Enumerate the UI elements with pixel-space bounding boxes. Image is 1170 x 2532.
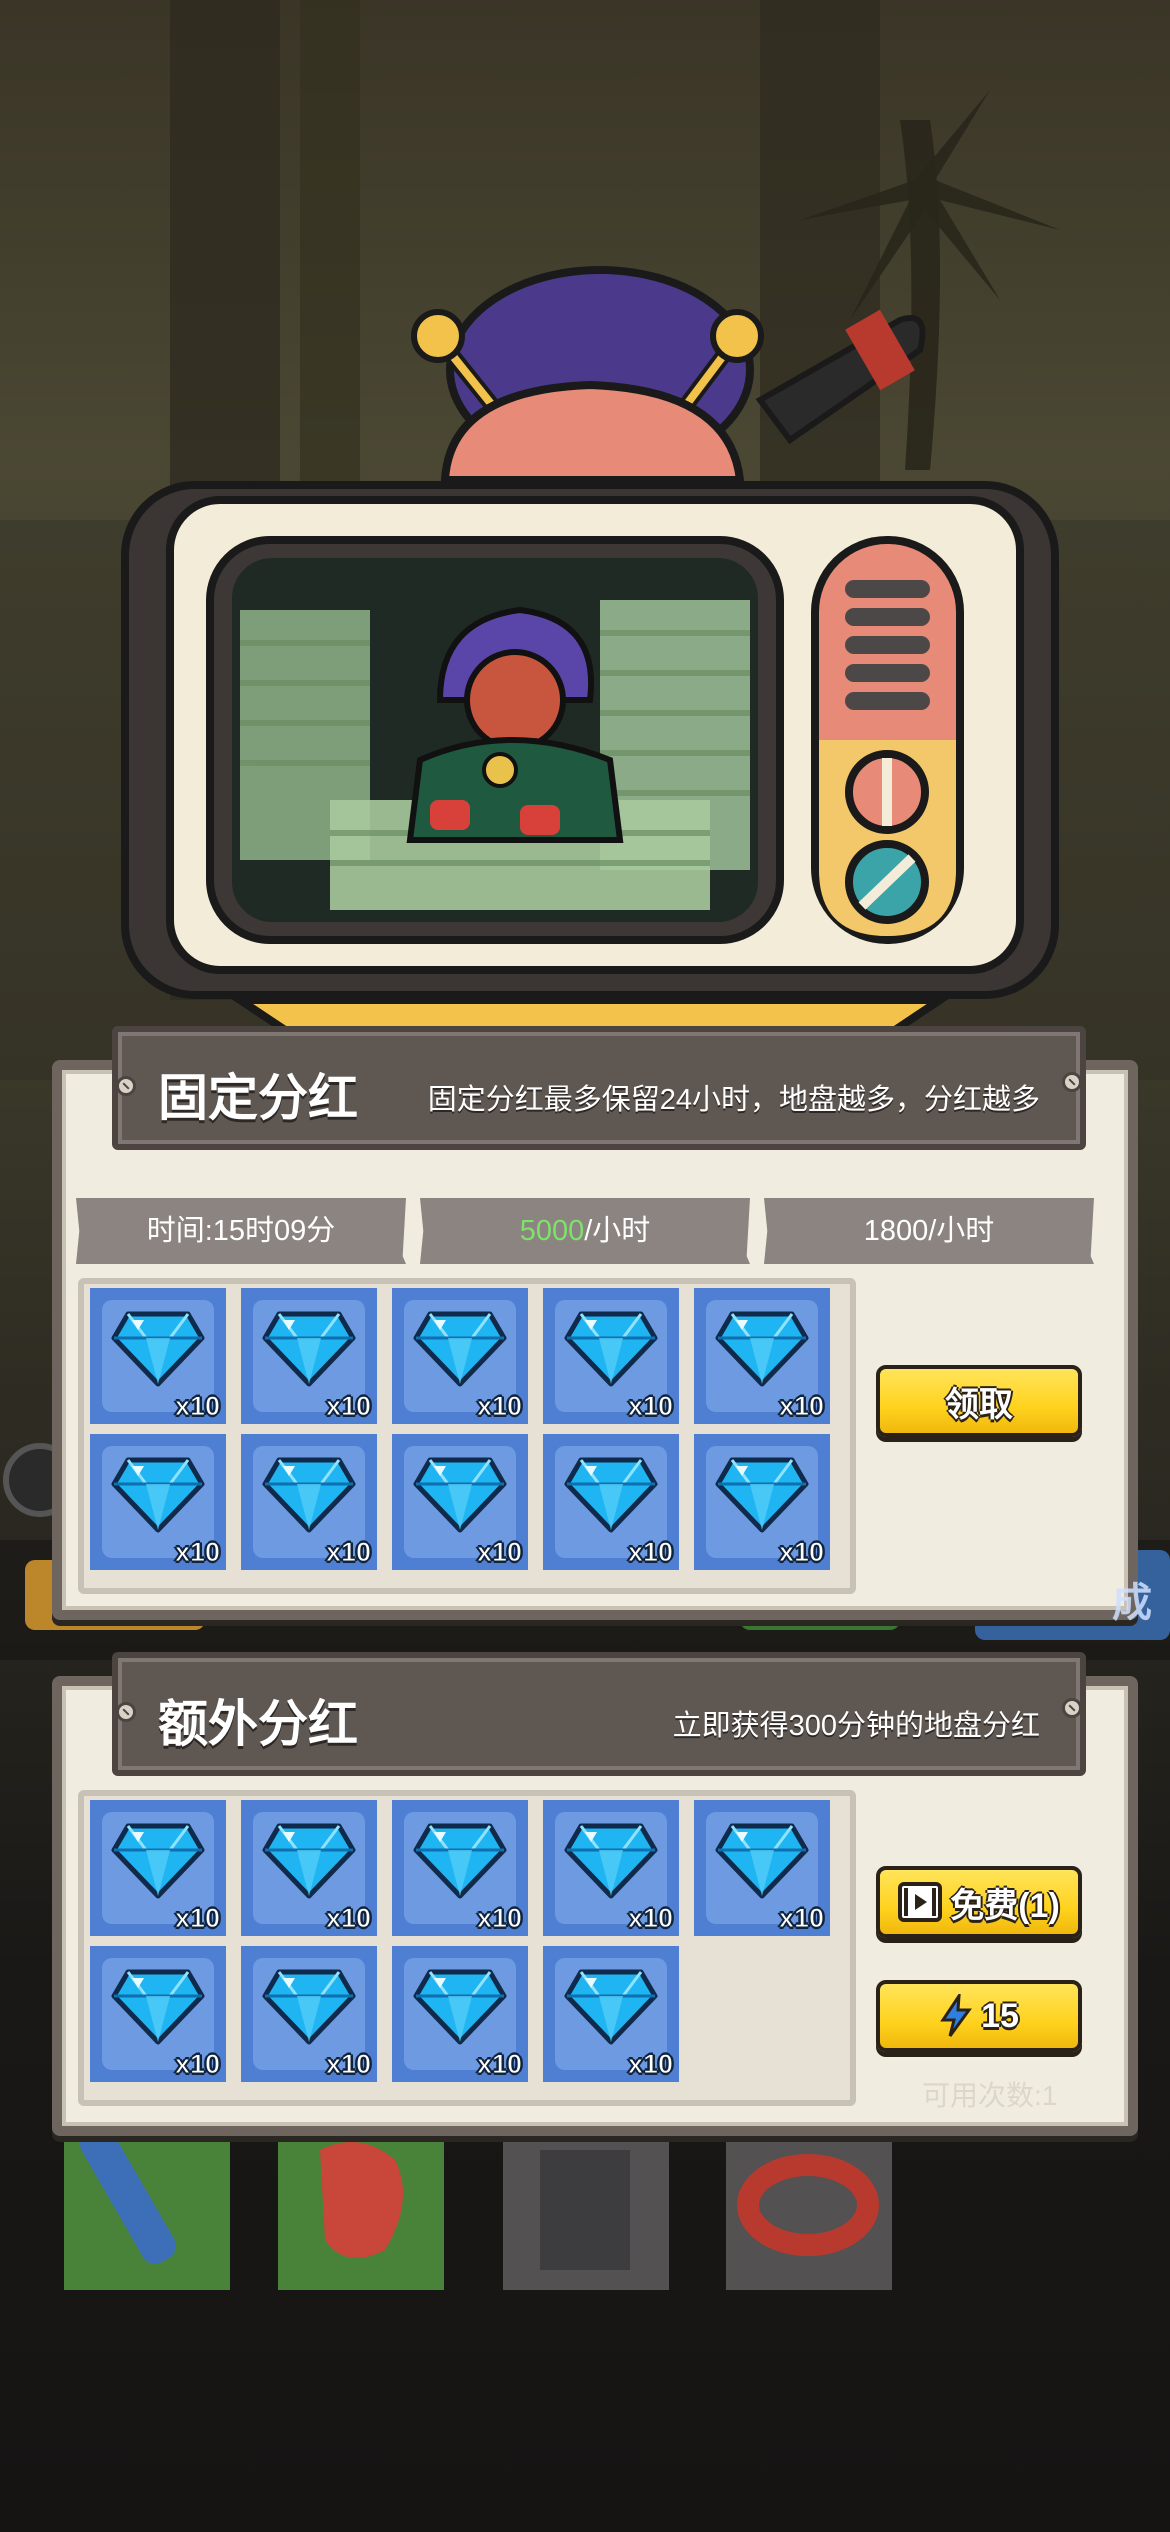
diamond-icon (413, 1457, 507, 1533)
reward-quantity: x10 (174, 2049, 220, 2080)
reward-quantity: x10 (627, 1391, 673, 1422)
diamond-icon (564, 1969, 658, 2045)
reward-quantity: x10 (325, 1537, 371, 1568)
rate-unit: /小时 (584, 1215, 651, 1247)
reward-slot[interactable]: x10 (241, 1288, 377, 1424)
diamond-icon (262, 1969, 356, 2045)
header-bolt-left (116, 1702, 136, 1722)
rate-box: 5000/小时 (420, 1198, 750, 1264)
time-remaining-box: 时间:15时09分 (76, 1198, 406, 1264)
reward-quantity: x10 (778, 1903, 824, 1934)
reward-quantity: x10 (476, 1391, 522, 1422)
fixed-dividend-header: 固定分红 固定分红最多保留24小时，地盘越多，分红越多 (112, 1026, 1086, 1150)
reward-slot[interactable]: x10 (90, 1800, 226, 1936)
extra-rewards-grid: x10 x10 x10 x10 x10 x10 x10 x10 x10 (78, 1790, 856, 2106)
free-claim-button[interactable]: 免费(1) (876, 1866, 1082, 1938)
diamond-icon (413, 1823, 507, 1899)
fixed-dividend-panel: 固定分红 固定分红最多保留24小时，地盘越多，分红越多 时间:15时09分 50… (52, 1026, 1138, 1620)
reward-quantity: x10 (476, 1903, 522, 1934)
fixed-rewards-grid: x10 x10 x10 x10 x10 x10 x10 x10 x10 x10 (78, 1278, 856, 1594)
lightning-icon (940, 1994, 973, 2037)
diamond-icon (262, 1311, 356, 1387)
diamond-icon (262, 1457, 356, 1533)
reward-quantity: x10 (325, 1391, 371, 1422)
diamond-icon (564, 1823, 658, 1899)
bonus-rate-box: 1800/小时 (764, 1198, 1094, 1264)
extra-dividend-panel: 额外分红 立即获得300分钟的地盘分红 x10 x10 x10 x10 x10 x10 x1… (52, 1652, 1138, 2136)
diamond-icon (111, 1823, 205, 1899)
diamond-icon (262, 1823, 356, 1899)
reward-slot[interactable]: x10 (392, 1288, 528, 1424)
video-ad-icon (898, 1882, 943, 1922)
reward-slot[interactable]: x10 (392, 1800, 528, 1936)
reward-slot[interactable]: x10 (543, 1946, 679, 2082)
diamond-icon (715, 1311, 809, 1387)
diamond-icon (715, 1457, 809, 1533)
energy-claim-button[interactable]: 15 (876, 1980, 1082, 2052)
reward-quantity: x10 (174, 1391, 220, 1422)
reward-quantity: x10 (778, 1391, 824, 1422)
reward-quantity: x10 (325, 2049, 371, 2080)
reward-slot[interactable]: x10 (241, 1800, 377, 1936)
reward-slot[interactable]: x10 (694, 1288, 830, 1424)
diamond-icon (564, 1311, 658, 1387)
header-bolt-right (1062, 1698, 1082, 1718)
time-remaining-label: 时间:15时09分 (146, 1215, 336, 1247)
rate-value: 5000 (519, 1215, 585, 1247)
free-claim-label: 免费(1) (950, 1886, 1060, 1925)
extra-dividend-description: 立即获得300分钟的地盘分红 (672, 1710, 1040, 1742)
claim-button[interactable]: 领取 (876, 1365, 1082, 1437)
reward-quantity: x10 (627, 1537, 673, 1568)
energy-cost-label: 15 (981, 1996, 1019, 2035)
diamond-icon (111, 1969, 205, 2045)
reward-slot[interactable]: x10 (543, 1434, 679, 1570)
reward-slot[interactable]: x10 (694, 1434, 830, 1570)
reward-quantity: x10 (325, 1903, 371, 1934)
reward-slot[interactable]: x10 (392, 1434, 528, 1570)
remaining-uses-label: 可用次数:1 (922, 2080, 1058, 2111)
diamond-icon (111, 1457, 205, 1533)
tv-illustration (121, 266, 1059, 1044)
fixed-dividend-description: 固定分红最多保留24小时，地盘越多，分红越多 (427, 1084, 1040, 1116)
reward-quantity: x10 (174, 1903, 220, 1934)
reward-quantity: x10 (627, 1903, 673, 1934)
reward-slot[interactable]: x10 (543, 1800, 679, 1936)
reward-quantity: x10 (476, 1537, 522, 1568)
reward-quantity: x10 (476, 2049, 522, 2080)
header-bolt-left (116, 1076, 136, 1096)
extra-dividend-header: 额外分红 立即获得300分钟的地盘分红 (112, 1652, 1086, 1776)
reward-slot[interactable]: x10 (241, 1946, 377, 2082)
diamond-icon (111, 1311, 205, 1387)
bonus-rate-label: 1800/小时 (863, 1215, 995, 1247)
diamond-icon (413, 1311, 507, 1387)
fixed-dividend-title: 固定分红 (158, 1070, 358, 1126)
reward-quantity: x10 (174, 1537, 220, 1568)
header-bolt-right (1062, 1072, 1082, 1092)
reward-quantity: x10 (778, 1537, 824, 1568)
background-tab-fragment: 成 (1112, 1581, 1152, 1625)
reward-quantity: x10 (627, 2049, 673, 2080)
reward-slot[interactable]: x10 (90, 1434, 226, 1570)
reward-slot[interactable]: x10 (694, 1800, 830, 1936)
reward-slot[interactable]: x10 (241, 1434, 377, 1570)
diamond-icon (413, 1969, 507, 2045)
reward-slot[interactable]: x10 (90, 1946, 226, 2082)
diamond-icon (564, 1457, 658, 1533)
reward-slot[interactable]: x10 (543, 1288, 679, 1424)
claim-button-label: 领取 (945, 1385, 1013, 1424)
reward-slot[interactable]: x10 (392, 1946, 528, 2082)
extra-dividend-title: 额外分红 (158, 1696, 358, 1752)
reward-slot[interactable]: x10 (90, 1288, 226, 1424)
diamond-icon (715, 1823, 809, 1899)
